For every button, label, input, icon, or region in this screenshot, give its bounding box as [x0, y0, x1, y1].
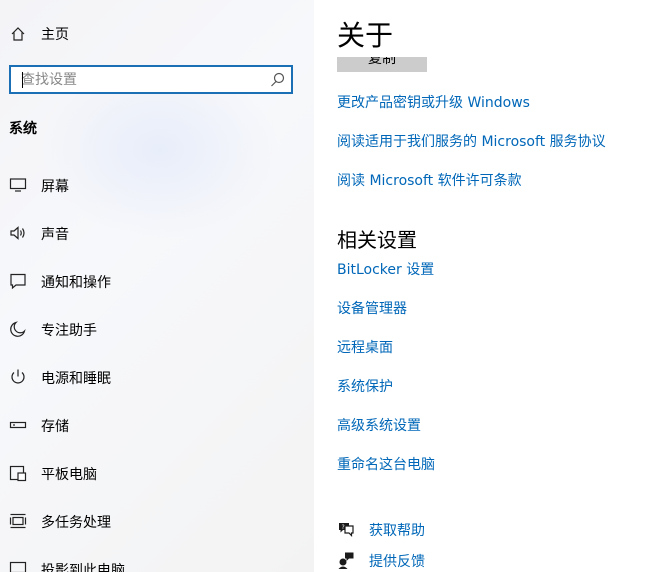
remote-desktop-link[interactable]: 远程桌面: [337, 337, 393, 357]
moon-icon: [10, 321, 26, 337]
sidebar-item-label: 通知和操作: [41, 275, 111, 291]
service-agreement-link[interactable]: 阅读适用于我们服务的 Microsoft 服务协议: [337, 131, 606, 151]
notification-icon: [10, 273, 26, 290]
sidebar-item-tablet[interactable]: 平板电脑: [0, 453, 314, 493]
sidebar-item-power-sleep[interactable]: 电源和睡眠: [0, 357, 314, 397]
page-title: 关于: [337, 19, 394, 52]
section-title: 系统: [9, 121, 37, 137]
multitask-icon: [9, 513, 27, 529]
system-protection-link[interactable]: 系统保护: [337, 376, 393, 396]
sidebar-home[interactable]: 主页: [0, 18, 314, 50]
get-help-link[interactable]: ? 获取帮助: [337, 518, 537, 540]
feedback-icon: [338, 552, 354, 569]
sidebar-item-label: 声音: [41, 227, 69, 243]
tablet-icon: [9, 465, 27, 482]
sidebar-item-label: 平板电脑: [41, 467, 97, 483]
sidebar-home-label: 主页: [41, 27, 69, 43]
sidebar-item-display[interactable]: 屏幕: [0, 165, 314, 205]
give-feedback-label: 提供反馈: [369, 554, 425, 570]
monitor-icon: [9, 178, 27, 192]
sidebar-item-label: 存储: [41, 419, 69, 435]
main-content: [314, 0, 665, 572]
home-icon: [11, 27, 25, 41]
sidebar-item-label: 电源和睡眠: [41, 371, 111, 387]
sidebar-item-project[interactable]: 投影到此电脑: [0, 549, 314, 572]
copy-button[interactable]: 复制: [337, 57, 427, 72]
power-icon: [11, 369, 25, 384]
help-chat-icon: ?: [339, 523, 354, 537]
license-terms-link[interactable]: 阅读 Microsoft 软件许可条款: [337, 170, 522, 190]
svg-text:?: ?: [342, 524, 345, 531]
sidebar-item-focus-assist[interactable]: 专注助手: [0, 309, 314, 349]
sidebar-item-notifications[interactable]: 通知和操作: [0, 261, 314, 301]
storage-icon: [9, 421, 27, 429]
speaker-icon: [10, 226, 25, 240]
search-input[interactable]: [21, 70, 261, 90]
sidebar-item-multitasking[interactable]: 多任务处理: [0, 501, 314, 541]
search-icon[interactable]: [270, 72, 285, 87]
sidebar: 主页 系统 屏幕 声音 通知和操作 专注: [0, 0, 314, 572]
project-icon: [9, 561, 27, 572]
sidebar-item-storage[interactable]: 存储: [0, 405, 314, 445]
get-help-label: 获取帮助: [369, 523, 425, 539]
sidebar-item-sound[interactable]: 声音: [0, 213, 314, 253]
text-caret: [22, 72, 23, 88]
change-product-key-link[interactable]: 更改产品密钥或升级 Windows: [337, 92, 530, 112]
advanced-system-settings-link[interactable]: 高级系统设置: [337, 415, 421, 435]
related-settings-heading: 相关设置: [337, 228, 417, 252]
search-box[interactable]: [9, 65, 293, 94]
sidebar-item-label: 专注助手: [41, 323, 97, 339]
rename-pc-link[interactable]: 重命名这台电脑: [337, 454, 435, 474]
bitlocker-settings-link[interactable]: BitLocker 设置: [337, 259, 434, 279]
sidebar-item-label: 多任务处理: [41, 515, 111, 531]
copy-button-label: 复制: [368, 57, 396, 66]
sidebar-item-label: 投影到此电脑: [41, 563, 125, 572]
give-feedback-link[interactable]: 提供反馈: [337, 549, 537, 571]
device-manager-link[interactable]: 设备管理器: [337, 298, 407, 318]
sidebar-item-label: 屏幕: [41, 179, 69, 195]
